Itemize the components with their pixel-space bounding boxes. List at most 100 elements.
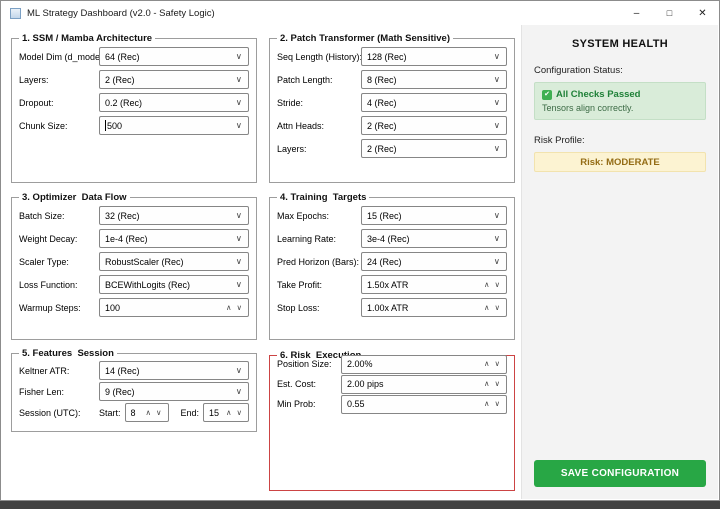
close-icon[interactable]: ✕ — [686, 1, 719, 25]
field-label: Session (UTC): — [19, 407, 81, 418]
attn-heads-select[interactable]: 2 (Rec) ∨ — [361, 116, 507, 135]
spin-up-icon[interactable]: ∧ — [146, 409, 152, 417]
field-row: Learning Rate: 3e-4 (Rec) ∨ — [277, 227, 507, 250]
field-row: Min Prob: 0.55 ∧ ∨ — [277, 394, 507, 414]
field-label: Stride: — [277, 97, 304, 108]
chevron-down-icon: ∨ — [235, 51, 242, 62]
field-value: 2 (Rec) — [367, 120, 397, 131]
group-patch-transformer: 2. Patch Transformer (Math Sensitive) Se… — [269, 33, 515, 183]
system-health-panel: SYSTEM HEALTH Configuration Status: ✔ Al… — [521, 25, 718, 499]
field-value: 2 (Rec) — [367, 143, 397, 154]
field-label: Batch Size: — [19, 210, 65, 221]
seq-length-select[interactable]: 128 (Rec) ∨ — [361, 47, 507, 66]
fisher-len-select[interactable]: 9 (Rec) ∨ — [99, 382, 249, 401]
loss-function-select[interactable]: BCEWithLogits (Rec) ∨ — [99, 275, 249, 294]
field-value: 24 (Rec) — [367, 256, 402, 267]
field-label: Model Dim (d_model): — [19, 51, 108, 62]
stop-loss-spinner[interactable]: 1.00x ATR ∧ ∨ — [361, 298, 507, 317]
spin-down-icon[interactable]: ∨ — [495, 400, 501, 408]
field-label: Max Epochs: — [277, 210, 330, 221]
spin-up-icon[interactable]: ∧ — [484, 360, 490, 368]
stride-select[interactable]: 4 (Rec) ∨ — [361, 93, 507, 112]
risk-badge: Risk: MODERATE — [534, 152, 706, 172]
field-row: Stride: 4 (Rec) ∨ — [277, 91, 507, 114]
status-box: ✔ All Checks Passed Tensors align correc… — [534, 82, 706, 120]
group-title: 3. Optimizer Data Flow — [22, 192, 127, 203]
transformer-layers-select[interactable]: 2 (Rec) ∨ — [361, 139, 507, 158]
field-label: Learning Rate: — [277, 233, 337, 244]
spin-down-icon[interactable]: ∨ — [495, 380, 501, 388]
warmup-steps-spinner[interactable]: 100 ∧ ∨ — [99, 298, 249, 317]
chevron-down-icon: ∨ — [493, 97, 500, 108]
learning-rate-select[interactable]: 3e-4 (Rec) ∨ — [361, 229, 507, 248]
field-row: Keltner ATR: 14 (Rec) ∨ — [19, 360, 249, 381]
group-risk-execution: 6. Risk Execution Position Size: 2.00% ∧… — [269, 350, 515, 491]
ssm-layers-select[interactable]: 2 (Rec) ∨ — [99, 70, 249, 89]
session-row: Session (UTC): Start: 8 ∧ ∨ End: 15 ∧ ∨ — [19, 402, 249, 423]
field-value: RobustScaler (Rec) — [105, 256, 184, 267]
patch-length-select[interactable]: 8 (Rec) ∨ — [361, 70, 507, 89]
group-features-session: 5. Features Session Keltner ATR: 14 (Rec… — [11, 348, 257, 432]
minimize-icon[interactable]: – — [620, 1, 653, 25]
weight-decay-select[interactable]: 1e-4 (Rec) ∨ — [99, 229, 249, 248]
field-label: Loss Function: — [19, 279, 78, 290]
session-start-spinner[interactable]: 8 ∧ ∨ — [124, 403, 169, 422]
spin-up-icon[interactable]: ∧ — [484, 380, 490, 388]
field-row: Attn Heads: 2 (Rec) ∨ — [277, 114, 507, 137]
pred-horizon-select[interactable]: 24 (Rec) ∨ — [361, 252, 507, 271]
chevron-down-icon: ∨ — [235, 279, 242, 290]
chunk-size-input[interactable]: 500 ∨ — [99, 116, 249, 135]
field-value: 2.00% — [347, 359, 373, 369]
titlebar: ML Strategy Dashboard (v2.0 - Safety Log… — [1, 1, 719, 25]
field-value: 64 (Rec) — [105, 51, 140, 62]
field-value: 1e-4 (Rec) — [105, 233, 148, 244]
field-row: Model Dim (d_model): 64 (Rec) ∨ — [19, 45, 249, 68]
field-row: Take Profit: 1.50x ATR ∧ ∨ — [277, 273, 507, 296]
batch-size-select[interactable]: 32 (Rec) ∨ — [99, 206, 249, 225]
field-label: Layers: — [19, 74, 49, 85]
field-value: 2.00 pips — [347, 379, 384, 389]
field-label: Pred Horizon (Bars): — [277, 256, 360, 267]
spin-up-icon[interactable]: ∧ — [484, 281, 490, 289]
position-size-spinner[interactable]: 2.00% ∧ ∨ — [341, 354, 507, 374]
spinner-buttons: ∧ ∨ — [484, 281, 500, 289]
spin-up-icon[interactable]: ∧ — [484, 400, 490, 408]
min-prob-spinner[interactable]: 0.55 ∧ ∨ — [341, 394, 507, 414]
spin-down-icon[interactable]: ∨ — [495, 360, 501, 368]
spin-up-icon[interactable]: ∧ — [226, 409, 232, 417]
field-label: Stop Loss: — [277, 302, 320, 313]
field-value: 128 (Rec) — [367, 51, 407, 62]
field-value: 15 — [209, 407, 220, 418]
spin-down-icon[interactable]: ∨ — [237, 409, 243, 417]
spin-down-icon[interactable]: ∨ — [495, 304, 501, 312]
config-status-label: Configuration Status: — [534, 65, 623, 76]
system-health-title: SYSTEM HEALTH — [572, 38, 668, 50]
maximize-icon[interactable]: □ — [653, 1, 686, 25]
field-row: Chunk Size: 500 ∨ — [19, 114, 249, 137]
spin-up-icon[interactable]: ∧ — [484, 304, 490, 312]
group-ssm-mamba-architecture: 1. SSM / Mamba Architecture Model Dim (d… — [11, 33, 257, 183]
keltner-atr-select[interactable]: 14 (Rec) ∨ — [99, 361, 249, 380]
session-end-spinner[interactable]: 15 ∧ ∨ — [203, 403, 249, 422]
spin-down-icon[interactable]: ∨ — [156, 409, 162, 417]
text-caret — [105, 120, 106, 131]
field-value: 15 (Rec) — [367, 210, 402, 221]
spin-down-icon[interactable]: ∨ — [237, 304, 243, 312]
est-cost-spinner[interactable]: 2.00 pips ∧ ∨ — [341, 374, 507, 394]
chevron-down-icon: ∨ — [235, 210, 242, 221]
dropout-select[interactable]: 0.2 (Rec) ∨ — [99, 93, 249, 112]
field-value: 0.2 (Rec) — [105, 97, 143, 108]
field-value: 9 (Rec) — [105, 386, 135, 397]
max-epochs-select[interactable]: 15 (Rec) ∨ — [361, 206, 507, 225]
spin-up-icon[interactable]: ∧ — [226, 304, 232, 312]
field-label: Patch Length: — [277, 74, 333, 85]
field-row: Est. Cost: 2.00 pips ∧ ∨ — [277, 374, 507, 394]
model-dim-select[interactable]: 64 (Rec) ∨ — [99, 47, 249, 66]
take-profit-spinner[interactable]: 1.50x ATR ∧ ∨ — [361, 275, 507, 294]
scaler-type-select[interactable]: RobustScaler (Rec) ∨ — [99, 252, 249, 271]
spin-down-icon[interactable]: ∨ — [495, 281, 501, 289]
field-value: 3e-4 (Rec) — [367, 233, 410, 244]
save-configuration-button[interactable]: SAVE CONFIGURATION — [534, 460, 706, 487]
chevron-down-icon: ∨ — [493, 51, 500, 62]
field-value: 100 — [105, 302, 121, 313]
